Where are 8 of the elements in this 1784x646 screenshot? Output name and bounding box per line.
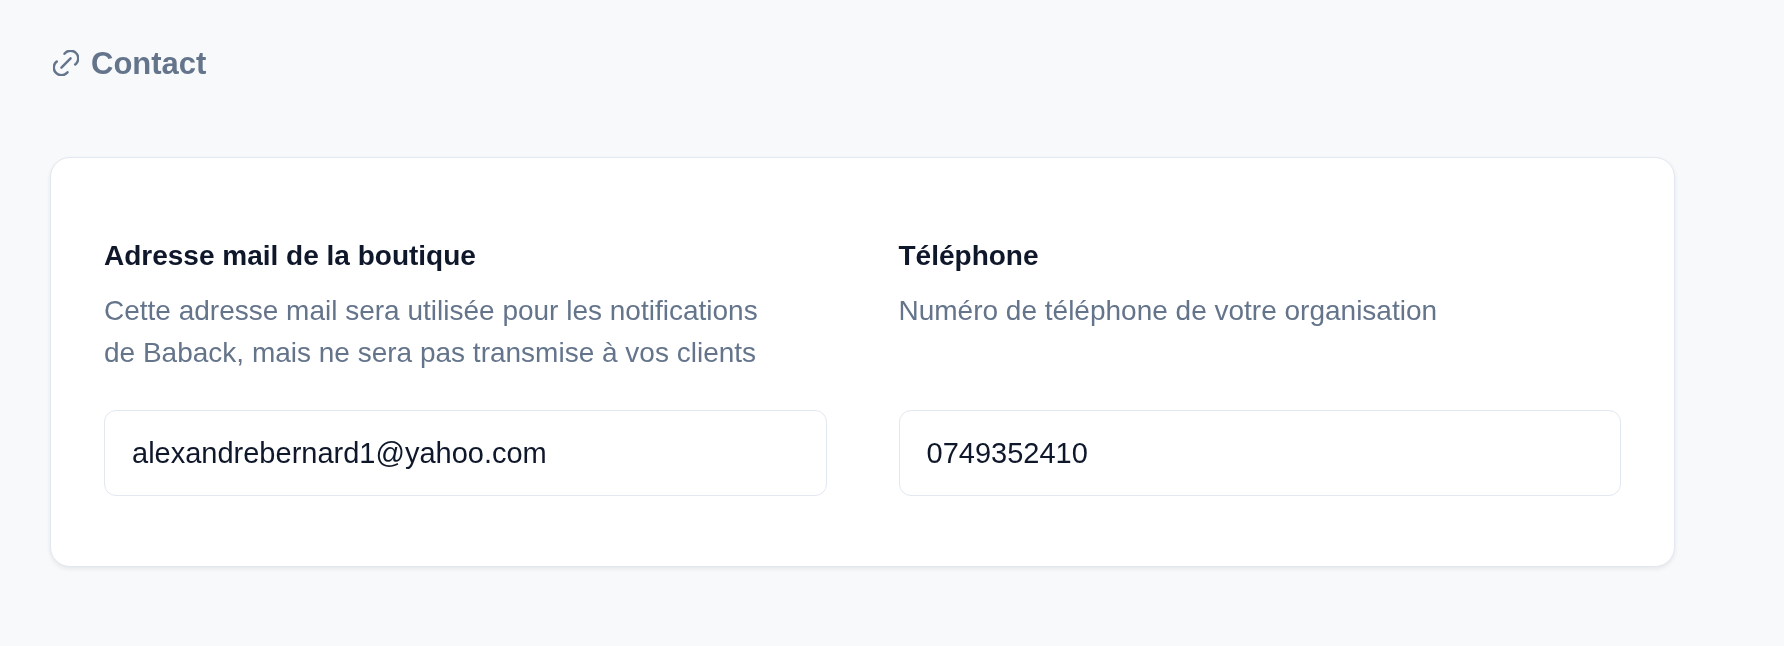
field-label: Téléphone — [898, 239, 1039, 273]
field-label: Adresse mail de la boutique — [104, 239, 476, 273]
input-field[interactable]: alexandrebernard1@yahoo.com — [104, 410, 827, 496]
input-field[interactable]: 0749352410 — [898, 410, 1621, 496]
field-description: Numéro de téléphone de votre organisation — [898, 294, 1438, 328]
link-icon — [53, 50, 79, 76]
field-description: Cette adresse mail sera utilisée pour les notifications de Baback, mais ne sera pas transmise à vos clients — [104, 294, 759, 370]
section-title: Contact — [91, 47, 207, 79]
